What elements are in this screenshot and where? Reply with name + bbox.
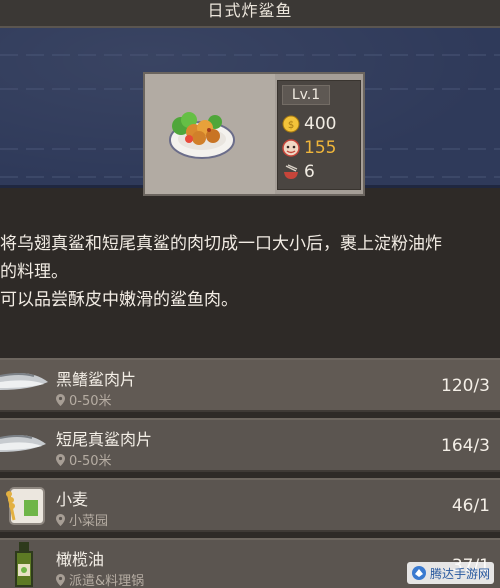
location-pin-icon (56, 513, 65, 526)
svg-text:$: $ (288, 120, 294, 131)
ingredient-row[interactable]: 短尾真鲨肉片 0-50米 164/3 (0, 418, 500, 472)
olive-oil-bottle-icon (15, 542, 33, 587)
ingredient-qty: 164/3 (441, 436, 490, 456)
description-line: 可以品尝酥皮中嫩滑的鲨鱼肉。 (0, 290, 238, 310)
ingredient-source: 0-50米 (56, 450, 112, 469)
dish-description: 将乌翅真鲨和短尾真鲨的肉切成一口大小后，裹上淀粉油炸 的料理。 可以品尝酥皮中嫩… (0, 230, 500, 314)
price-value: 400 (304, 114, 337, 134)
fame-face-icon (282, 139, 300, 157)
location-pin-icon (56, 573, 65, 586)
ingredient-name: 短尾真鲨肉片 (56, 430, 153, 449)
ingredient-source-text: 派遣&料理锅 (69, 574, 145, 588)
ingredient-source: 派遣&料理锅 (56, 570, 144, 588)
dish-image-box (145, 74, 275, 194)
fame-row: 155 (282, 137, 336, 159)
location-pin-icon (56, 453, 65, 466)
fame-value: 155 (304, 138, 337, 158)
ingredient-name: 小麦 (56, 490, 89, 509)
dish-stats: Lv.1 $ 400 155 6 (277, 80, 361, 190)
title-bar: 日式炸鲨鱼 (0, 0, 500, 28)
ingredient-qty: 120/3 (441, 376, 490, 396)
fried-shark-dish-icon (169, 112, 235, 159)
ingredient-source-text: 0-50米 (69, 394, 112, 409)
count-row: 6 (282, 161, 315, 183)
location-pin-icon (56, 393, 65, 406)
ingredient-name: 黑鳍鲨肉片 (56, 370, 137, 389)
price-row: $ 400 (282, 113, 336, 135)
ingredient-source: 0-50米 (56, 390, 112, 409)
ingredient-qty: 46/1 (451, 496, 490, 516)
level-badge: Lv.1 (282, 85, 330, 105)
ingredient-name: 橄榄油 (56, 550, 105, 569)
ingredient-list: 黑鳍鲨肉片 0-50米 120/3 短尾真鲨肉片 0-50米 164/3 小麦 (0, 358, 500, 588)
shark-fillet-icon (0, 435, 46, 452)
watermark: 腾达手游网 (406, 562, 494, 584)
ingredient-source-text: 小菜园 (69, 514, 109, 529)
dish-banner: Lv.1 $ 400 155 6 (0, 28, 500, 196)
ingredient-row[interactable]: 小麦 小菜园 46/1 (0, 478, 500, 532)
description-line: 将乌翅真鲨和短尾真鲨的肉切成一口大小后，裹上淀粉油炸 (0, 234, 442, 254)
ingredient-source-text: 0-50米 (69, 454, 112, 469)
count-value: 6 (304, 162, 315, 182)
wheat-bag-icon (6, 487, 45, 525)
ingredient-row[interactable]: 黑鳍鲨肉片 0-50米 120/3 (0, 358, 500, 412)
dish-card[interactable]: Lv.1 $ 400 155 6 (143, 72, 365, 196)
page-title: 日式炸鲨鱼 (207, 1, 293, 20)
gold-coin-icon: $ (282, 115, 300, 133)
ingredient-source: 小菜园 (56, 510, 108, 529)
bowl-chopsticks-icon (284, 164, 298, 179)
watermark-text: 腾达手游网 (429, 566, 490, 581)
watermark-logo-icon (411, 566, 426, 580)
description-line: 的料理。 (0, 262, 68, 282)
shark-fillet-icon (0, 373, 48, 390)
